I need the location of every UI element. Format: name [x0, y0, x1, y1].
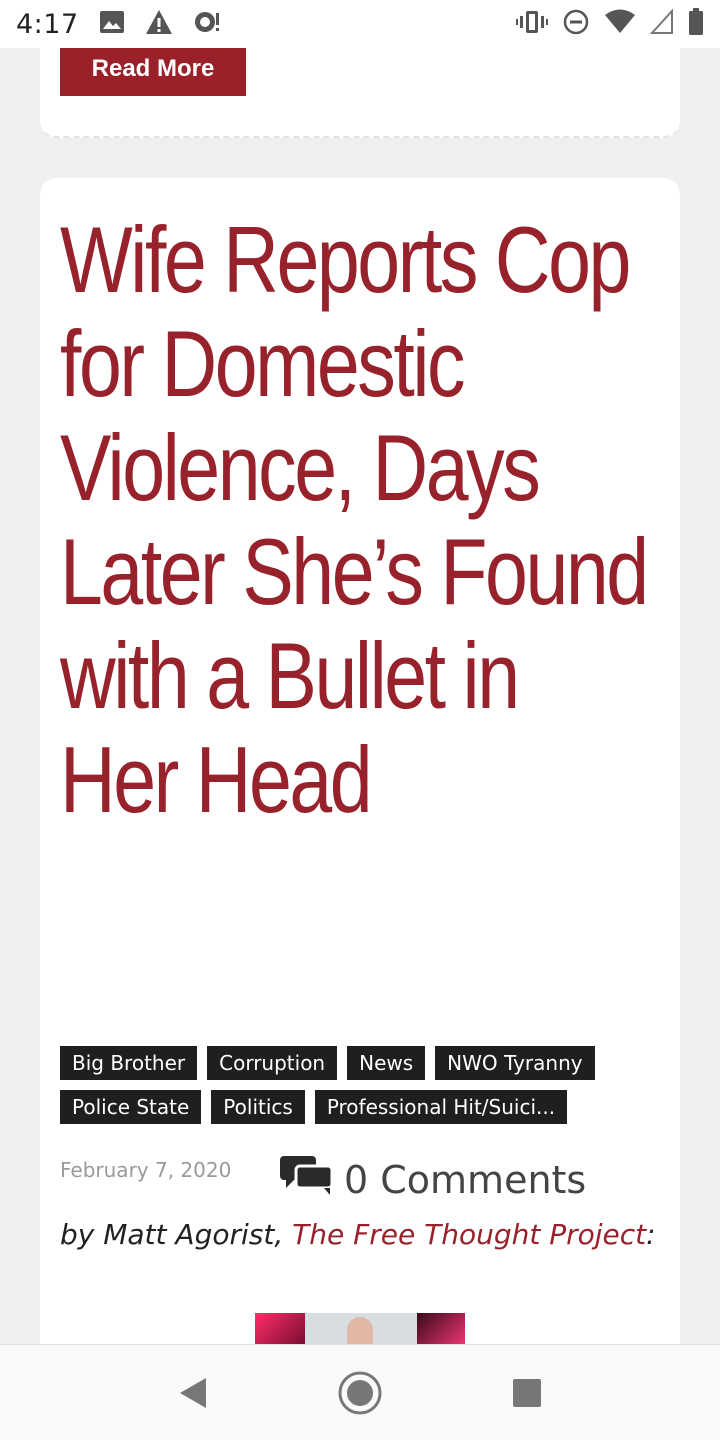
signal-icon: [649, 7, 674, 40]
status-left: 4:17: [16, 9, 221, 40]
image-icon: [99, 10, 125, 39]
tag-police-state[interactable]: Police State: [60, 1090, 202, 1124]
previous-post-card: Read More: [40, 48, 680, 138]
status-time: 4:17: [16, 8, 79, 40]
tag-nwo-tyranny[interactable]: NWO Tyranny: [435, 1046, 595, 1080]
recents-icon: [512, 1378, 541, 1407]
post-tags: Big Brother Corruption News NWO Tyranny …: [60, 1046, 660, 1124]
tag-politics[interactable]: Politics: [211, 1090, 305, 1124]
system-nav-bar: [0, 1344, 720, 1440]
read-more-button[interactable]: Read More: [60, 48, 246, 96]
byline-suffix: :: [646, 1218, 656, 1251]
byline-author: by Matt Agorist,: [60, 1218, 284, 1251]
article-image[interactable]: [255, 1313, 465, 1344]
battery-icon: [688, 7, 704, 41]
portrait: [347, 1317, 373, 1344]
comments-link[interactable]: 0 Comments: [280, 1154, 586, 1205]
warning-icon: [145, 9, 173, 40]
post-title[interactable]: Wife Reports Cop for Domestic Violence, …: [60, 208, 650, 832]
chat-alert-icon: [193, 9, 221, 40]
comments-count: 0 Comments: [344, 1157, 587, 1202]
post-date: February 7, 2020: [60, 1158, 232, 1182]
tag-big-brother[interactable]: Big Brother: [60, 1046, 198, 1080]
byline: by Matt Agorist, The Free Thought Projec…: [60, 1218, 656, 1251]
tag-news[interactable]: News: [347, 1046, 426, 1080]
home-icon: [338, 1371, 382, 1414]
image-center-panel: [305, 1313, 417, 1344]
wifi-icon: [604, 9, 636, 40]
vibrate-icon: [516, 9, 548, 40]
status-right: [516, 7, 704, 41]
home-button[interactable]: [330, 1363, 390, 1423]
tag-corruption[interactable]: Corruption: [207, 1046, 338, 1080]
back-button[interactable]: [163, 1363, 223, 1423]
comments-icon: [280, 1154, 334, 1205]
back-icon: [180, 1377, 207, 1408]
image-right-panel: [417, 1313, 465, 1344]
recents-button[interactable]: [497, 1363, 557, 1423]
dnd-icon: [562, 8, 590, 41]
post-card: Wife Reports Cop for Domestic Violence, …: [40, 178, 680, 1344]
post-meta: February 7, 2020 0 Comments: [60, 1154, 660, 1204]
tag-professional-hit[interactable]: Professional Hit/Suici...: [314, 1090, 568, 1124]
image-left-panel: [255, 1313, 305, 1344]
status-bar: 4:17: [0, 0, 720, 48]
page-content[interactable]: Read More Wife Reports Cop for Domestic …: [0, 48, 720, 1344]
source-link[interactable]: The Free Thought Project: [292, 1218, 646, 1251]
